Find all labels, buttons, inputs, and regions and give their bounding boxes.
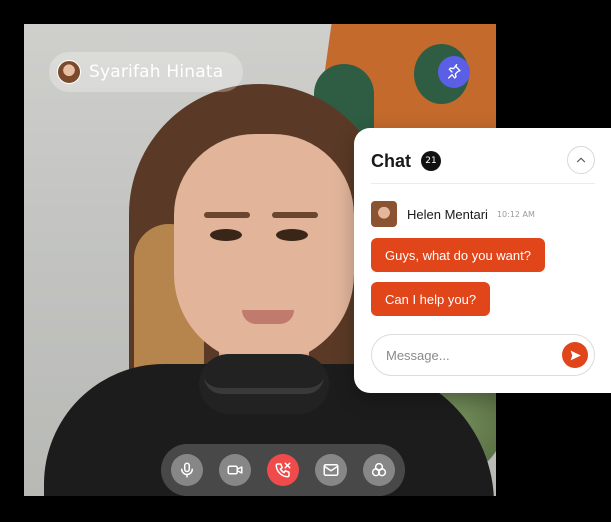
caller-name: Syarifah Hinata xyxy=(89,62,224,82)
chat-header: Chat 21 xyxy=(371,146,595,176)
message-button[interactable] xyxy=(315,454,347,486)
caller-avatar xyxy=(57,60,81,84)
effects-button[interactable] xyxy=(363,454,395,486)
chat-title: Chat xyxy=(371,150,411,171)
pin-icon xyxy=(448,64,461,79)
microphone-icon xyxy=(181,462,193,478)
sender-avatar xyxy=(371,201,397,227)
envelope-icon xyxy=(323,464,339,476)
message-timestamp: 10:12 AM xyxy=(496,209,535,219)
unread-count-badge: 21 xyxy=(421,151,441,171)
collapse-chat-button[interactable] xyxy=(567,146,595,174)
pin-button[interactable] xyxy=(438,56,470,88)
message-input[interactable] xyxy=(384,346,562,364)
app-stage: Syarifah Hinata Chat 21 Helen Mentari 10… xyxy=(0,0,611,522)
message-composer xyxy=(371,334,595,376)
sender-name: Helen Mentari xyxy=(407,206,488,222)
chat-divider xyxy=(371,183,595,184)
chat-message-bubble: Can I help you? xyxy=(371,282,491,316)
chat-panel: Chat 21 Helen Mentari 10:12 AM Guys, wha… xyxy=(354,128,611,393)
phone-end-icon xyxy=(275,462,291,478)
chat-message-bubble: Guys, what do you want? xyxy=(371,238,545,272)
message-sender: Helen Mentari 10:12 AM xyxy=(371,200,535,228)
camera-button[interactable] xyxy=(219,454,251,486)
send-button[interactable] xyxy=(562,342,588,368)
caller-name-pill: Syarifah Hinata xyxy=(49,52,243,92)
end-call-button[interactable] xyxy=(267,454,299,486)
chevron-up-icon xyxy=(576,157,586,163)
microphone-button[interactable] xyxy=(171,454,203,486)
send-icon xyxy=(570,350,581,360)
call-controls xyxy=(161,444,405,496)
video-camera-icon xyxy=(227,465,243,475)
effects-icon xyxy=(371,462,387,477)
